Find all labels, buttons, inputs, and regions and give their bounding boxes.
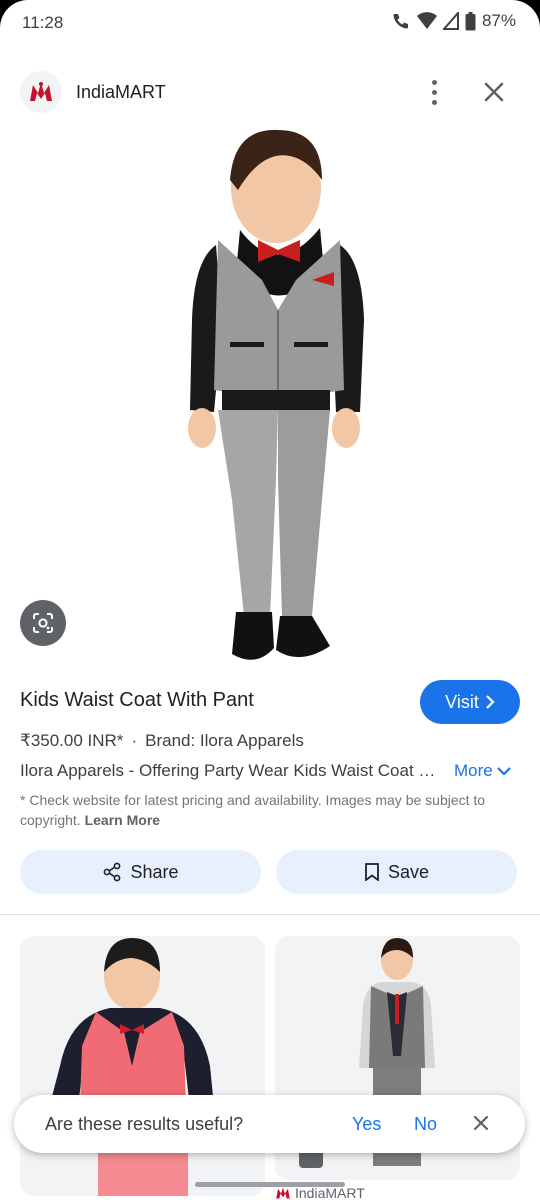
- feedback-toast: Are these results useful? Yes No: [14, 1095, 525, 1153]
- indiamart-logo: [276, 1187, 290, 1199]
- product-title[interactable]: Kids Waist Coat With Pant: [20, 689, 254, 712]
- more-button[interactable]: More: [454, 761, 511, 781]
- indiamart-logo[interactable]: [20, 71, 62, 113]
- feedback-yes-button[interactable]: Yes: [352, 1114, 381, 1135]
- divider: [0, 914, 540, 915]
- bookmark-icon: [365, 863, 379, 881]
- visit-label: Visit: [445, 691, 479, 712]
- price-brand-line: ₹350.00 INR* · Brand: Ilora Apparels: [20, 731, 304, 750]
- product-illustration: [188, 129, 364, 660]
- close-icon[interactable]: [470, 1112, 492, 1134]
- product-price: ₹350.00 INR*: [20, 731, 124, 750]
- more-label: More: [454, 761, 493, 780]
- save-button[interactable]: Save: [276, 850, 517, 894]
- feedback-question: Are these results useful?: [45, 1114, 244, 1134]
- call-wifi-icon: [393, 14, 408, 29]
- product-image[interactable]: [0, 120, 540, 668]
- share-label: Share: [130, 861, 179, 882]
- product-description: Ilora Apparels - Offering Party Wear Kid…: [20, 761, 440, 780]
- chevron-right-icon: [486, 695, 495, 709]
- wifi-icon: [416, 12, 437, 29]
- save-label: Save: [387, 861, 430, 882]
- battery-percent: 87%: [481, 11, 516, 30]
- signal-icon: [442, 12, 459, 30]
- battery-icon: [465, 11, 476, 30]
- share-button[interactable]: Share: [20, 850, 261, 894]
- status-bar: 11:28 87%: [0, 0, 540, 46]
- related-source-name: IndiaMART: [295, 1185, 365, 1200]
- chevron-down-icon: [496, 767, 511, 776]
- more-vert-icon[interactable]: [420, 76, 448, 108]
- system-icons: 87%: [391, 11, 516, 31]
- share-icon: [104, 862, 121, 882]
- lens-button[interactable]: [20, 600, 66, 646]
- feedback-no-button[interactable]: No: [414, 1114, 437, 1135]
- gesture-bar[interactable]: [195, 1182, 345, 1187]
- related-source: IndiaMART: [275, 1185, 365, 1200]
- source-name[interactable]: IndiaMART: [76, 82, 166, 103]
- related-result-card[interactable]: [20, 936, 265, 1196]
- related-image: [50, 938, 214, 1196]
- close-icon[interactable]: [478, 76, 510, 108]
- status-time: 11:28: [22, 13, 64, 32]
- product-brand: Brand: Ilora Apparels: [145, 731, 304, 750]
- screen: 11:28 87% IndiaMART Kids Waist Coat With…: [0, 0, 540, 1200]
- visit-button[interactable]: Visit: [420, 680, 520, 724]
- learn-more-link[interactable]: Learn More: [85, 812, 160, 828]
- disclaimer: * Check website for latest pricing and a…: [20, 790, 520, 830]
- lens-icon: [33, 613, 53, 633]
- indiamart-m-icon: [30, 82, 52, 101]
